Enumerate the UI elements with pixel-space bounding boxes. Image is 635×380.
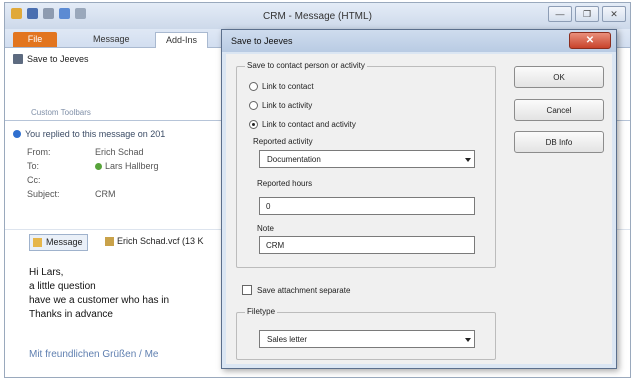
- radio-link-activity[interactable]: Link to activity: [249, 101, 312, 110]
- checkbox-box: [242, 285, 252, 295]
- undo-icon[interactable]: [43, 8, 54, 19]
- vcf-attachment[interactable]: Erich Schad.vcf (13 K: [105, 236, 204, 246]
- save-attachment-label: Save attachment separate: [257, 285, 351, 295]
- filetype-group-legend: Filetype: [245, 307, 278, 316]
- radio-activity-label: Link to activity: [262, 101, 313, 110]
- body-line: Hi Lars,: [29, 267, 64, 278]
- minimize-button[interactable]: —: [548, 6, 572, 22]
- attachment-filename: Erich Schad.vcf (13 K: [117, 236, 204, 246]
- note-label: Note: [257, 224, 274, 233]
- window-title: CRM - Message (HTML): [263, 11, 372, 22]
- radio-contact-label: Link to contact: [262, 82, 314, 91]
- to-value[interactable]: Lars Hallberg: [95, 161, 159, 171]
- replied-notice: You replied to this message on 201: [13, 129, 165, 139]
- vcard-icon: [105, 236, 114, 246]
- cc-label: Cc:: [27, 175, 41, 185]
- to-name: Lars Hallberg: [105, 161, 159, 171]
- save-icon[interactable]: [27, 8, 38, 19]
- quick-access-toolbar: [11, 8, 86, 19]
- radio-link-contact[interactable]: Link to contact: [249, 82, 314, 91]
- body-line: Thanks in advance: [29, 309, 113, 320]
- tab-message[interactable]: Message: [83, 32, 140, 47]
- info-icon: [13, 130, 21, 138]
- signature: Mit freundlichen Grüßen / Me: [29, 349, 159, 360]
- note-value: CRM: [266, 241, 285, 250]
- customize-icon[interactable]: [75, 8, 86, 19]
- cancel-button[interactable]: Cancel: [514, 99, 604, 121]
- radio-both-label: Link to contact and activity: [262, 120, 356, 129]
- envelope-icon: [33, 238, 42, 247]
- message-tab-label: Message: [46, 237, 83, 247]
- save-to-jeeves-label: Save to Jeeves: [27, 54, 89, 64]
- ribbon-group-label: Custom Toolbars: [31, 108, 91, 117]
- dropdown-arrow-icon: [465, 158, 471, 162]
- reported-activity-label: Reported activity: [253, 137, 313, 146]
- body-line: have we a customer who has in: [29, 295, 170, 306]
- filetype-value: Sales letter: [267, 335, 308, 344]
- close-button[interactable]: ✕: [602, 6, 626, 22]
- replied-text: You replied to this message on 201: [25, 129, 166, 139]
- tab-add-ins[interactable]: Add-Ins: [155, 32, 209, 48]
- maximize-button[interactable]: ❐: [575, 6, 599, 22]
- ok-button[interactable]: OK: [514, 66, 604, 88]
- arrow-icon[interactable]: [59, 8, 70, 19]
- outlook-icon[interactable]: [11, 8, 22, 19]
- radio-circle: [249, 101, 258, 110]
- window-controls: — ❐ ✕: [548, 6, 626, 22]
- reported-hours-label: Reported hours: [257, 179, 313, 188]
- note-input[interactable]: CRM: [259, 236, 475, 254]
- message-attachment-tab[interactable]: Message: [29, 234, 88, 251]
- save-to-jeeves-button[interactable]: Save to Jeeves: [13, 54, 89, 64]
- dropdown-arrow-icon: [465, 338, 471, 342]
- subject-value: CRM: [95, 189, 116, 199]
- save-to-jeeves-dialog: Save to Jeeves ✕ Save to contact person …: [221, 29, 617, 369]
- from-label: From:: [27, 147, 51, 157]
- to-label: To:: [27, 161, 40, 171]
- from-value[interactable]: Erich Schad: [95, 147, 144, 157]
- dialog-close-button[interactable]: ✕: [569, 32, 611, 49]
- radio-circle: [249, 82, 258, 91]
- filetype-select[interactable]: Sales letter: [259, 330, 475, 348]
- save-to-group-legend: Save to contact person or activity: [245, 61, 367, 70]
- subject-label: Subject:: [27, 189, 60, 199]
- radio-circle-selected: [249, 120, 258, 129]
- tab-file[interactable]: File: [13, 32, 57, 47]
- db-info-button[interactable]: DB Info: [514, 131, 604, 153]
- dialog-title: Save to Jeeves: [231, 36, 293, 46]
- dialog-client: Save to contact person or activity Link …: [226, 54, 612, 364]
- body-line: a little question: [29, 281, 96, 292]
- reported-activity-value: Documentation: [267, 155, 321, 164]
- jeeves-icon: [13, 54, 23, 64]
- reported-hours-input[interactable]: 0: [259, 197, 475, 215]
- reported-activity-select[interactable]: Documentation: [259, 150, 475, 168]
- save-attachment-checkbox[interactable]: Save attachment separate: [242, 285, 350, 295]
- title-bar: CRM - Message (HTML) — ❐ ✕: [5, 3, 630, 29]
- presence-icon: [95, 162, 102, 170]
- dialog-title-bar: Save to Jeeves ✕: [222, 30, 616, 52]
- radio-link-contact-activity[interactable]: Link to contact and activity: [249, 120, 356, 129]
- reported-hours-value: 0: [266, 202, 271, 211]
